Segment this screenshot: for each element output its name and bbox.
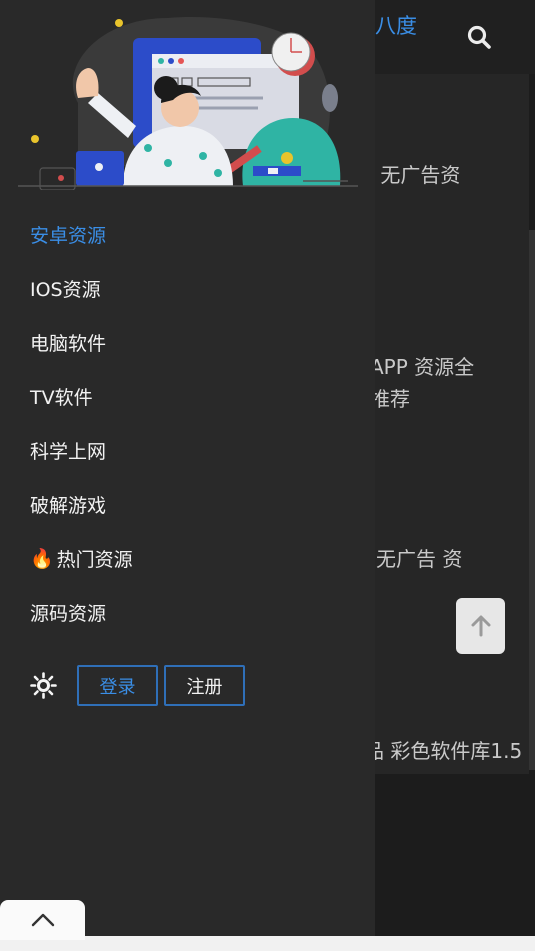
post-title-snippet[interactable]: P 无广告资 xyxy=(362,159,460,191)
fire-icon: 🔥 xyxy=(30,547,54,570)
drawer-menu: 安卓资源 IOS资源 电脑软件 TV软件 科学上网 破解游戏 🔥 热门资源 源码… xyxy=(0,207,375,639)
menu-item-label: 安卓资源 xyxy=(30,224,107,247)
menu-item-cracked-games[interactable]: 破解游戏 xyxy=(0,477,375,531)
menu-item-label: TV软件 xyxy=(30,386,93,409)
arrow-up-icon xyxy=(471,615,490,637)
sun-icon xyxy=(30,672,57,699)
scroll-to-top-button[interactable] xyxy=(456,598,505,654)
menu-item-vpn[interactable]: 科学上网 xyxy=(0,423,375,477)
search-icon[interactable] xyxy=(466,24,492,50)
chevron-up-icon xyxy=(31,913,54,927)
menu-item-tv-software[interactable]: TV软件 xyxy=(0,369,375,423)
menu-item-label: 破解游戏 xyxy=(30,494,107,517)
menu-item-label: IOS资源 xyxy=(30,278,101,301)
welcome-illustration xyxy=(18,17,358,190)
post-title-snippet[interactable]: 无广告 资 xyxy=(376,543,462,575)
menu-item-hot[interactable]: 🔥 热门资源 xyxy=(0,531,375,585)
register-button[interactable]: 注册 xyxy=(164,665,245,706)
collapse-tab[interactable] xyxy=(0,900,85,940)
menu-item-android[interactable]: 安卓资源 xyxy=(0,207,375,261)
auth-actions: 登录 注册 xyxy=(30,665,251,706)
header-title[interactable]: 八度 xyxy=(375,10,417,40)
menu-item-label: 源码资源 xyxy=(30,602,107,625)
menu-item-label: 电脑软件 xyxy=(30,332,107,355)
menu-item-label: 热门资源 xyxy=(56,548,133,571)
menu-item-ios[interactable]: IOS资源 xyxy=(0,261,375,315)
menu-item-pc-software[interactable]: 电脑软件 xyxy=(0,315,375,369)
menu-item-label: 科学上网 xyxy=(30,440,107,463)
post-title-snippet[interactable]: APP 资源全 xyxy=(370,351,474,383)
post-title-snippet[interactable]: 推荐 xyxy=(370,383,410,415)
login-button[interactable]: 登录 xyxy=(77,665,158,706)
scrollbar-thumb[interactable] xyxy=(529,230,535,770)
menu-item-source-code[interactable]: 源码资源 xyxy=(0,585,375,639)
post-title-snippet[interactable]: 品 彩色软件库1.5 xyxy=(364,735,522,767)
side-drawer: 安卓资源 IOS资源 电脑软件 TV软件 科学上网 破解游戏 🔥 热门资源 源码… xyxy=(0,0,375,936)
theme-toggle[interactable] xyxy=(30,672,57,699)
